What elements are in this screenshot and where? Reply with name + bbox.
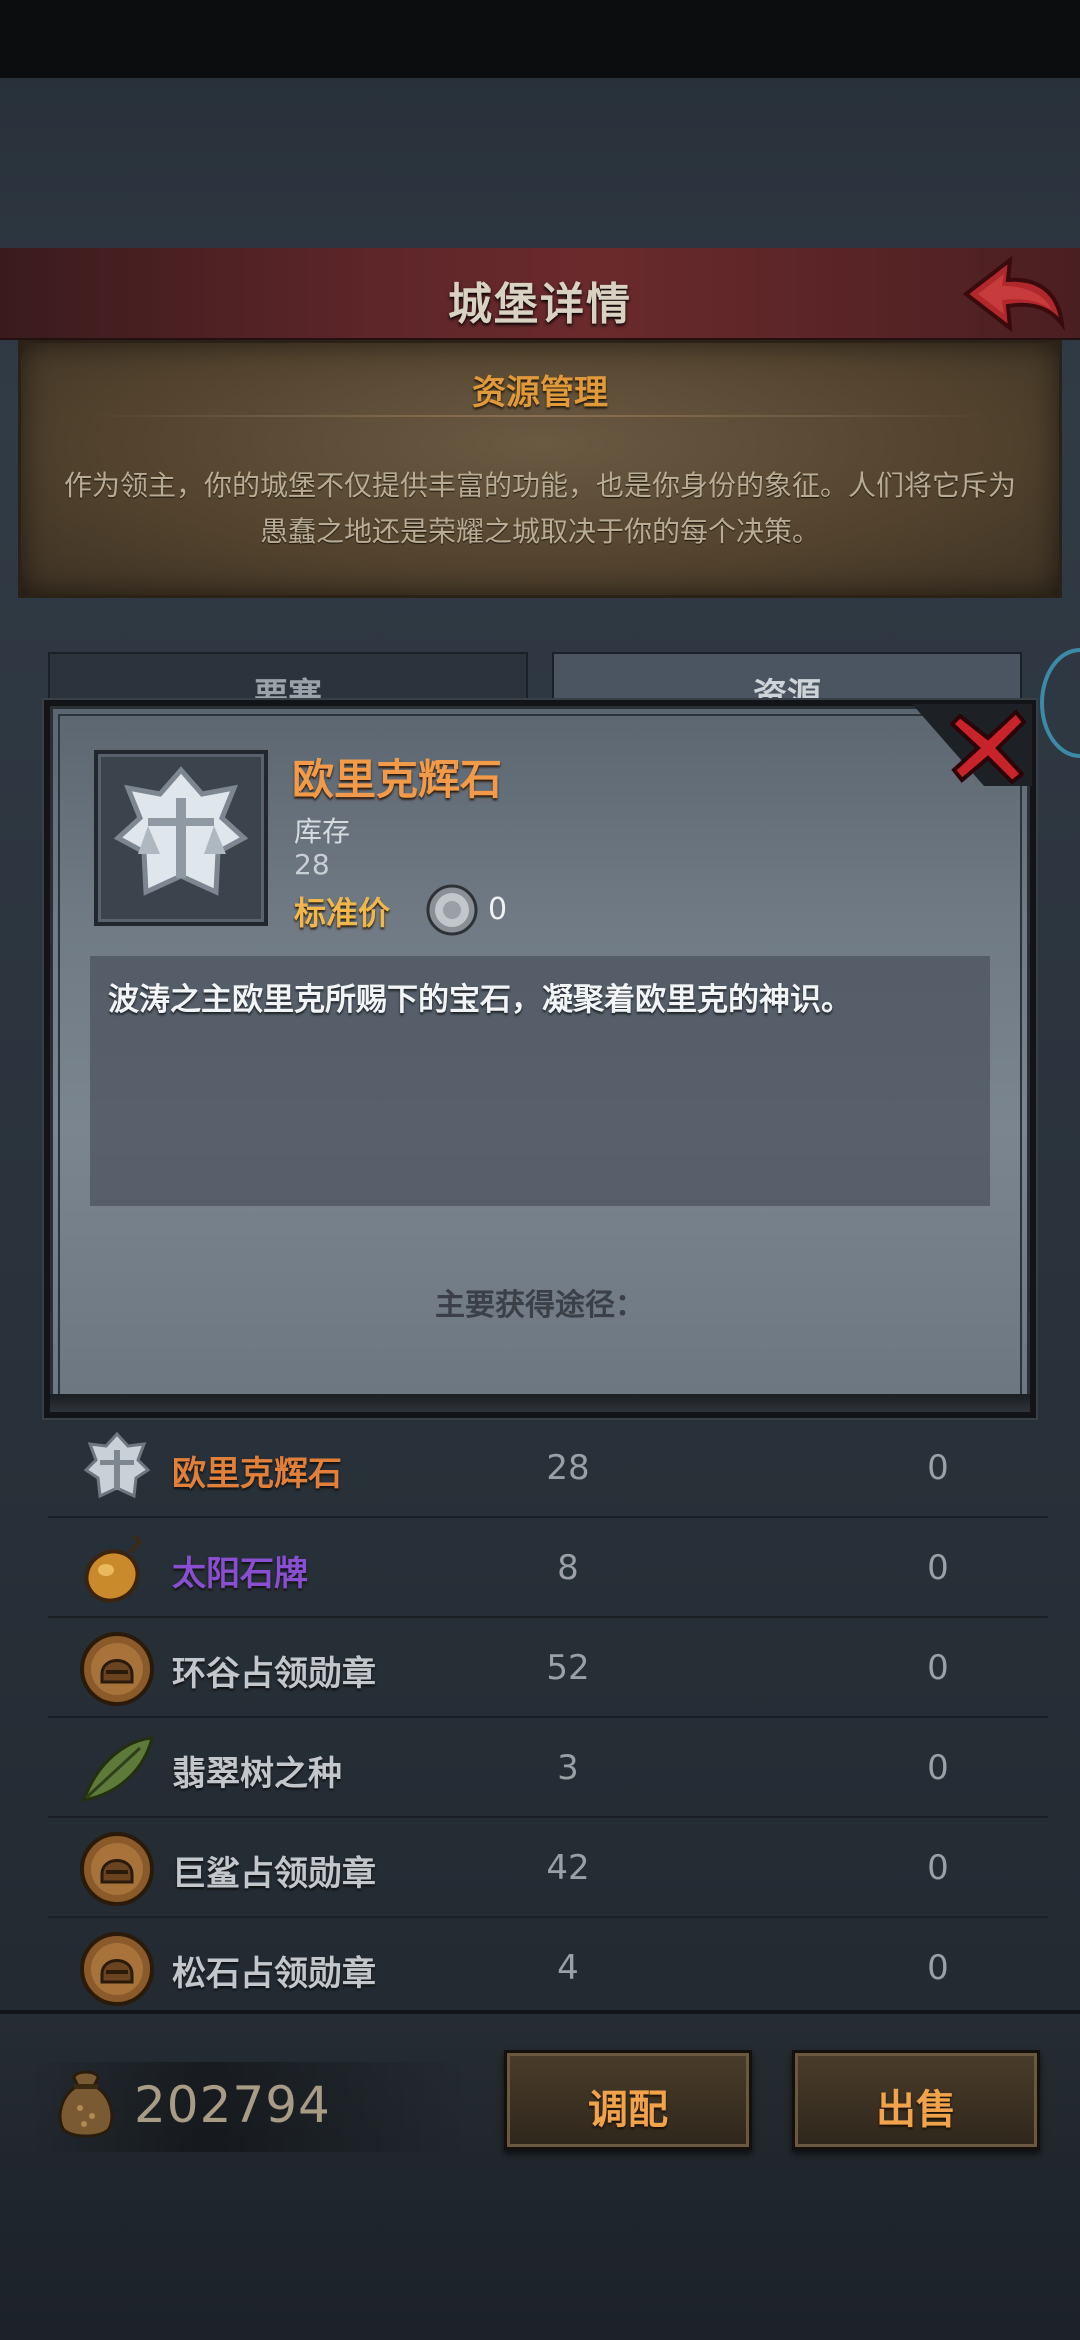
helmet-medal-icon bbox=[80, 1932, 154, 2006]
price-label: 标准价 bbox=[294, 894, 391, 932]
item-description: 波涛之主欧里克所赐下的宝石，凝聚着欧里克的神识。 bbox=[108, 982, 852, 1018]
source-label: 主要获得途径： bbox=[435, 1288, 645, 1323]
resource-name: 巨鲨占领勋章 bbox=[172, 1854, 376, 1894]
resource-price: 0 bbox=[927, 1648, 949, 1688]
close-icon bbox=[949, 709, 1027, 785]
stock-label: 库存 bbox=[294, 815, 351, 848]
resource-price: 0 bbox=[927, 1948, 949, 1988]
silver-scale-gem-icon bbox=[113, 766, 249, 896]
list-item[interactable]: 欧里克辉石 28 0 bbox=[48, 1418, 1048, 1518]
resource-count: 3 bbox=[557, 1748, 579, 1788]
silver-scale-gem-icon bbox=[83, 1431, 151, 1499]
stock-value: 28 bbox=[294, 848, 330, 881]
resource-price: 0 bbox=[927, 1748, 949, 1788]
info-panel: 资源管理 作为领主，你的城堡不仅提供丰富的功能，也是你身份的象征。人们将它斥为愚… bbox=[18, 340, 1062, 598]
resource-count: 52 bbox=[546, 1648, 590, 1688]
resource-count: 42 bbox=[546, 1848, 590, 1888]
gold-amount: 202794 bbox=[134, 2076, 331, 2134]
bottom-bar: 202794 调配 出售 bbox=[0, 2010, 1080, 2170]
resource-list: 欧里克辉石 28 0 太阳石牌 8 0 环谷占领勋章 52 0 翡翠树之种 3 … bbox=[48, 1418, 1048, 2018]
resource-price: 0 bbox=[927, 1548, 949, 1588]
helmet-medal-icon bbox=[80, 1832, 154, 1906]
resource-count: 4 bbox=[557, 1948, 579, 1988]
app-screen: 城堡详情 资源管理 作为领主，你的城堡不仅提供丰富的功能，也是你身份的象征。人们… bbox=[0, 0, 1080, 2340]
helmet-medal-icon bbox=[80, 1632, 154, 1706]
resource-count: 28 bbox=[546, 1448, 590, 1488]
list-item[interactable]: 环谷占领勋章 52 0 bbox=[48, 1618, 1048, 1718]
info-panel-title: 资源管理 bbox=[472, 373, 608, 413]
item-icon-frame bbox=[94, 750, 268, 926]
side-ring-icon[interactable] bbox=[1040, 648, 1080, 758]
adjust-button[interactable]: 调配 bbox=[504, 2050, 752, 2150]
back-arrow-icon bbox=[962, 255, 1065, 333]
leaf-seed-icon bbox=[81, 1736, 154, 1802]
page-title: 城堡详情 bbox=[448, 279, 632, 330]
resource-name: 翡翠树之种 bbox=[172, 1754, 342, 1794]
back-button[interactable] bbox=[958, 254, 1068, 338]
info-panel-text: 作为领主，你的城堡不仅提供丰富的功能，也是你身份的象征。人们将它斥为愚蠢之地还是… bbox=[63, 469, 1016, 548]
description-box: 波涛之主欧里克所赐下的宝石，凝聚着欧里克的神识。 bbox=[90, 956, 990, 1206]
resource-count: 8 bbox=[557, 1548, 579, 1588]
item-name: 欧里克辉石 bbox=[292, 755, 503, 804]
amber-pendant-icon bbox=[84, 1534, 143, 1603]
price-value: 0 bbox=[488, 892, 508, 927]
resource-name: 太阳石牌 bbox=[172, 1554, 308, 1594]
resource-name: 环谷占领勋章 bbox=[172, 1654, 376, 1694]
list-item[interactable]: 松石占领勋章 4 0 bbox=[48, 1918, 1048, 2018]
info-divider bbox=[81, 415, 999, 417]
silver-coin-icon bbox=[426, 884, 478, 936]
header-bar: 城堡详情 bbox=[0, 248, 1080, 340]
resource-name: 松石占领勋章 bbox=[172, 1954, 376, 1994]
item-detail-popup: 欧里克辉石 库存 28 标准价 0 波涛之主欧里克所赐下的宝石，凝聚着欧里克的神… bbox=[44, 700, 1036, 1418]
list-item[interactable]: 太阳石牌 8 0 bbox=[48, 1518, 1048, 1618]
list-item[interactable]: 翡翠树之种 3 0 bbox=[48, 1718, 1048, 1818]
popup-bottom-frame bbox=[50, 1394, 1030, 1412]
sell-button[interactable]: 出售 bbox=[792, 2050, 1040, 2150]
list-item[interactable]: 巨鲨占领勋章 42 0 bbox=[48, 1818, 1048, 1918]
resource-name: 欧里克辉石 bbox=[172, 1454, 342, 1494]
resource-price: 0 bbox=[927, 1848, 949, 1888]
gold-display: 202794 bbox=[30, 2062, 470, 2152]
gold-sack-icon bbox=[58, 2070, 114, 2138]
resource-price: 0 bbox=[927, 1448, 949, 1488]
close-button[interactable] bbox=[949, 708, 1028, 785]
